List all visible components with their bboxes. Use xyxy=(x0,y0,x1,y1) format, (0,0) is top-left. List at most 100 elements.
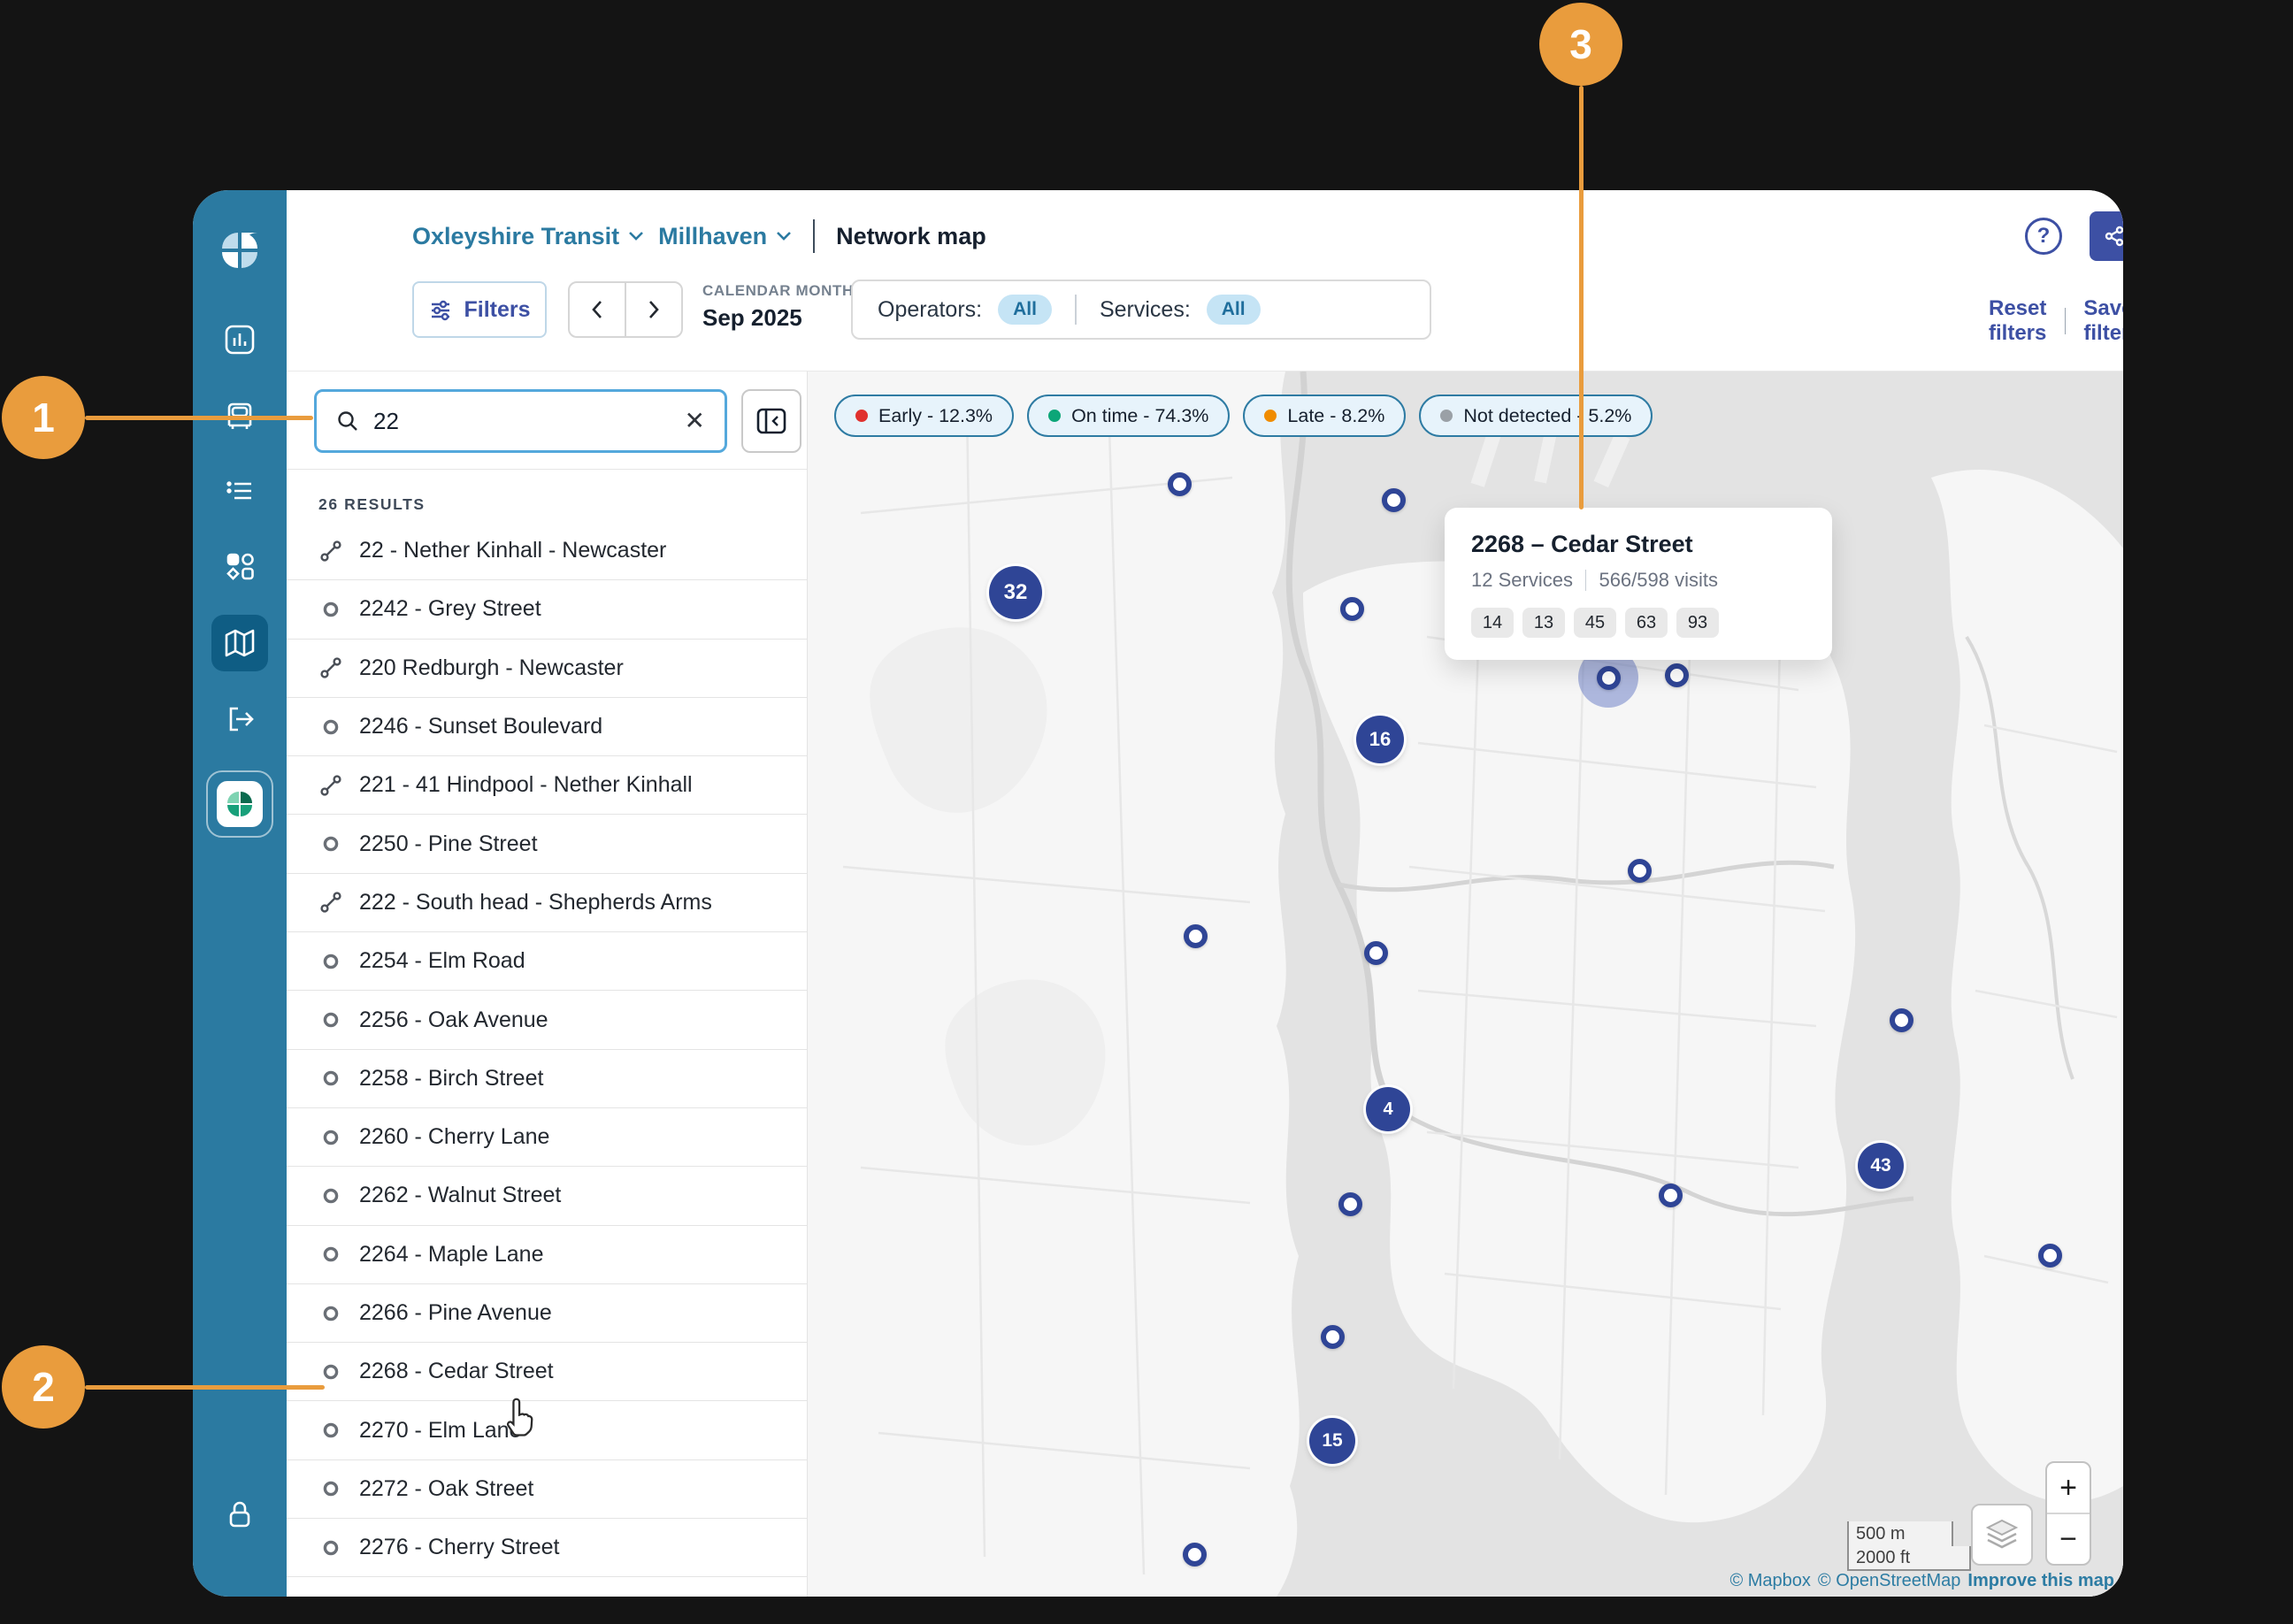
scale-imperial: 2000 ft xyxy=(1847,1546,1971,1571)
route-icon xyxy=(320,540,341,562)
list-item[interactable]: 2278 - Walnut Lane xyxy=(287,1577,807,1597)
sidebar-item-categories[interactable] xyxy=(211,538,268,594)
list-item[interactable]: 2266 - Pine Avenue xyxy=(287,1284,807,1344)
collapse-panel-icon xyxy=(756,408,786,434)
list-item[interactable]: 22 - Nether Kinhall - Newcaster xyxy=(287,522,807,581)
route-icon-wrap xyxy=(318,655,343,680)
list-item[interactable]: 2254 - Elm Road xyxy=(287,932,807,992)
list-item[interactable]: 220 Redburgh - Newcaster xyxy=(287,640,807,698)
list-item[interactable]: 2270 - Elm Lane xyxy=(287,1401,807,1460)
list-item[interactable]: 2246 - Sunset Boulevard xyxy=(287,698,807,757)
list-item[interactable]: 2256 - Oak Avenue xyxy=(287,991,807,1050)
service-chip[interactable]: 93 xyxy=(1676,608,1719,638)
stop-marker[interactable] xyxy=(1658,1183,1683,1207)
sidebar-item-logout[interactable] xyxy=(211,691,268,747)
list-item[interactable]: 2242 - Grey Street xyxy=(287,580,807,640)
list-item-label: 2256 - Oak Avenue xyxy=(359,1007,548,1032)
map-layers-button[interactable] xyxy=(1971,1504,2033,1566)
sidebar-item-list[interactable] xyxy=(211,463,268,519)
stop-marker[interactable] xyxy=(1183,923,1208,948)
stop-marker[interactable] xyxy=(1339,596,1364,621)
list-item[interactable]: 2250 - Pine Street xyxy=(287,815,807,874)
stop-marker[interactable] xyxy=(1381,487,1406,512)
list-item[interactable]: 2264 - Maple Lane xyxy=(287,1226,807,1284)
sidebar-item-analytics[interactable] xyxy=(211,311,268,368)
list-item-label: 2268 - Cedar Street xyxy=(359,1359,554,1384)
collapse-panel-button[interactable] xyxy=(741,389,801,453)
list-item-label: 222 - South head - Shepherds Arms xyxy=(359,889,712,915)
stop-icon-wrap xyxy=(318,831,343,856)
legend-dot xyxy=(1264,410,1277,422)
list-item[interactable]: 221 - 41 Hindpool - Nether Kinhall xyxy=(287,756,807,816)
list-item[interactable]: 222 - South head - Shepherds Arms xyxy=(287,874,807,933)
attribution-improve-link[interactable]: Improve this map xyxy=(1967,1571,2114,1591)
stop-marker[interactable] xyxy=(1627,858,1652,883)
help-button[interactable]: ? xyxy=(2025,218,2062,255)
attribution-osm[interactable]: © OpenStreetMap xyxy=(1818,1571,1960,1591)
search-icon xyxy=(338,411,357,431)
attribution-mapbox[interactable]: © Mapbox xyxy=(1729,1571,1810,1591)
next-month-button[interactable] xyxy=(626,283,681,336)
list-item[interactable]: 2276 - Cherry Street xyxy=(287,1519,807,1578)
stop-marker[interactable] xyxy=(2037,1243,2062,1268)
cluster-marker[interactable]: 4 xyxy=(1366,1087,1410,1131)
stop-icon-wrap xyxy=(318,1476,343,1501)
list-item[interactable]: 2258 - Birch Street xyxy=(287,1050,807,1108)
sidebar-item-network-map[interactable] xyxy=(211,615,268,671)
share-icon xyxy=(2105,226,2123,247)
search-row: ✕ xyxy=(314,389,801,453)
selected-stop-marker[interactable] xyxy=(1596,665,1621,690)
stop-icon xyxy=(319,1595,342,1597)
sliders-icon xyxy=(432,300,450,321)
stop-icon-wrap xyxy=(318,1536,343,1560)
sidebar-item-lock[interactable] xyxy=(211,1487,268,1544)
list-item[interactable]: 2262 - Walnut Street xyxy=(287,1167,807,1226)
operator-selector[interactable]: Oxleyshire Transit xyxy=(412,223,644,250)
save-filters-link[interactable]: Save filters xyxy=(2083,296,2123,346)
share-button[interactable]: Share xyxy=(2090,211,2123,261)
annotation-badge-2: 2 xyxy=(2,1345,85,1429)
route-icon xyxy=(320,892,341,914)
filters-button[interactable]: Filters xyxy=(412,281,547,338)
service-chip[interactable]: 63 xyxy=(1625,608,1668,638)
stop-marker[interactable] xyxy=(1363,940,1388,965)
stop-marker[interactable] xyxy=(1182,1542,1207,1567)
stop-marker[interactable] xyxy=(1889,1007,1913,1032)
region-selector[interactable]: Millhaven xyxy=(658,223,792,250)
operators-services-summary[interactable]: Operators: All Services: All xyxy=(851,280,1431,340)
annotation-badge-3: 3 xyxy=(1539,3,1622,86)
legend-chip[interactable]: Not detected - 5.2% xyxy=(1419,395,1653,437)
stop-marker[interactable] xyxy=(1167,471,1192,496)
cluster-marker[interactable]: 32 xyxy=(989,566,1042,619)
zoom-out-button[interactable]: − xyxy=(2047,1514,2090,1564)
cluster-marker[interactable]: 16 xyxy=(1356,716,1404,763)
search-input[interactable] xyxy=(373,407,671,435)
clear-search-button[interactable]: ✕ xyxy=(685,409,705,433)
summary-divider xyxy=(1074,295,1077,325)
stop-marker[interactable] xyxy=(1664,663,1689,687)
legend-chip[interactable]: Late - 8.2% xyxy=(1243,395,1407,437)
stop-icon xyxy=(323,1246,339,1262)
legend-chip[interactable]: On time - 74.3% xyxy=(1027,395,1231,437)
list-item[interactable]: 2260 - Cherry Lane xyxy=(287,1108,807,1168)
app-window: Oxleyshire Transit Millhaven Network map… xyxy=(193,190,2123,1597)
sidebar-item-app-switcher[interactable] xyxy=(206,770,273,838)
zoom-in-button[interactable]: + xyxy=(2047,1463,2090,1514)
stop-marker[interactable] xyxy=(1338,1191,1362,1216)
service-chip[interactable]: 13 xyxy=(1522,608,1565,638)
previous-month-button[interactable] xyxy=(570,283,626,336)
region-name: Millhaven xyxy=(658,222,768,249)
stop-marker[interactable] xyxy=(1320,1324,1345,1349)
list-item[interactable]: 2272 - Oak Street xyxy=(287,1460,807,1520)
service-chip[interactable]: 14 xyxy=(1471,608,1514,638)
map-area[interactable]: Early - 12.3% On time - 74.3% Late - 8.2% N… xyxy=(808,372,2123,1597)
cluster-marker[interactable]: 43 xyxy=(1858,1143,1904,1189)
green-pinwheel-icon xyxy=(227,792,252,816)
stop-icon-wrap xyxy=(318,1418,343,1443)
list-item[interactable]: 2268 - Cedar Street xyxy=(287,1343,807,1402)
reset-filters-link[interactable]: Reset filters xyxy=(1989,296,2047,346)
service-chip[interactable]: 45 xyxy=(1574,608,1616,638)
legend-chip[interactable]: Early - 12.3% xyxy=(834,395,1015,437)
legend-label: Late - 8.2% xyxy=(1287,404,1385,426)
cluster-marker[interactable]: 15 xyxy=(1309,1418,1355,1464)
